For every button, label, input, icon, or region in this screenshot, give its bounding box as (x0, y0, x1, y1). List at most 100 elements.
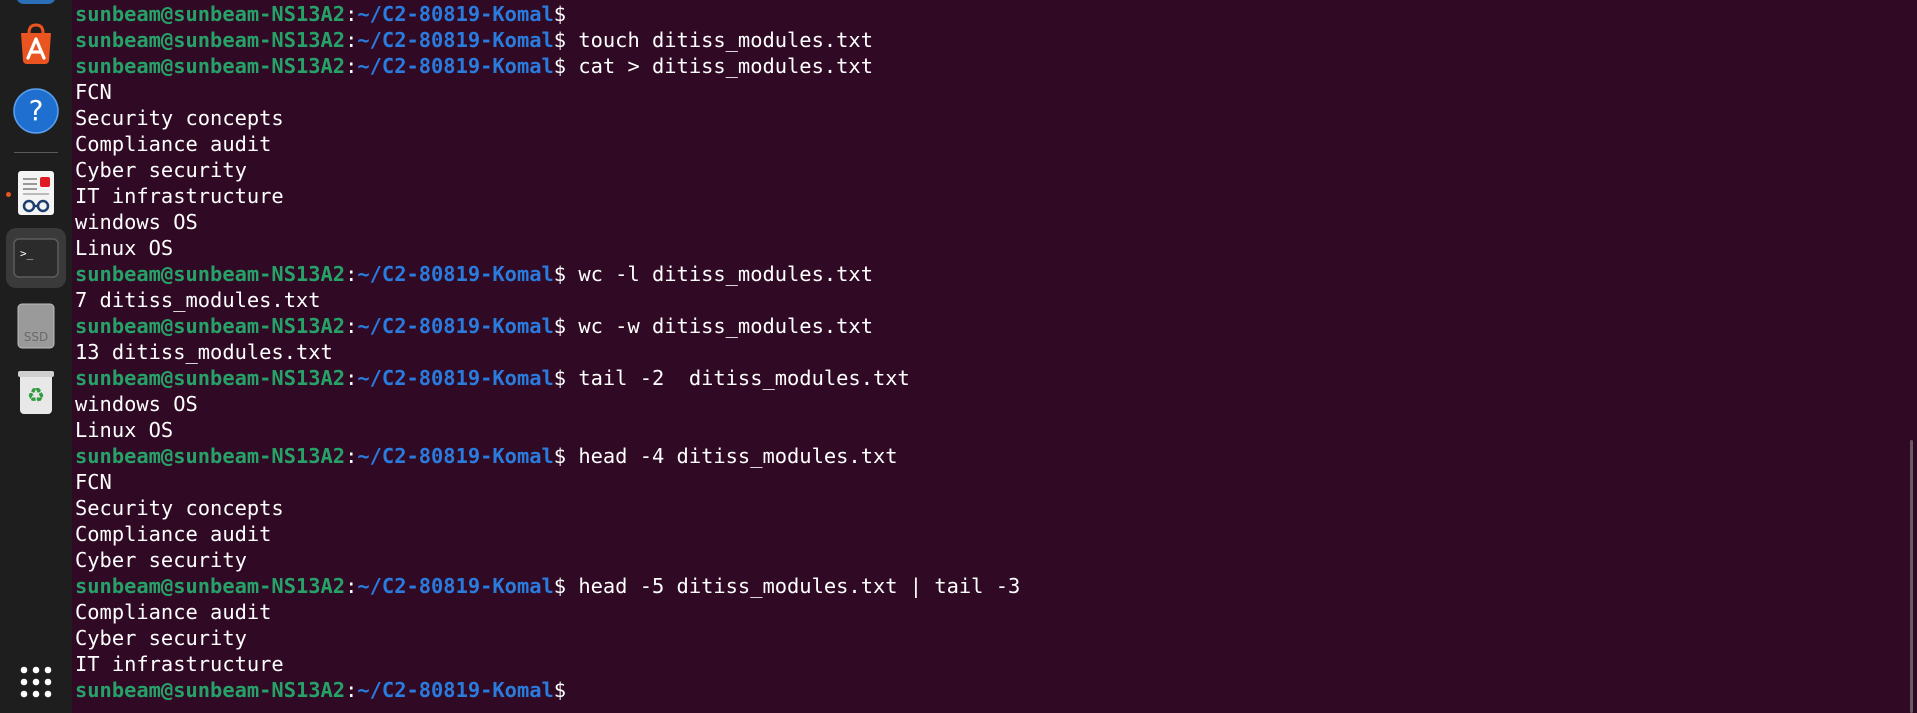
prompt-user-host: sunbeam@sunbeam-NS13A2 (75, 678, 346, 702)
prompt-line: sunbeam@sunbeam-NS13A2:~/C2-80819-Komal$… (75, 313, 1020, 339)
prompt-colon: : (345, 678, 358, 702)
prompt-user-host: sunbeam@sunbeam-NS13A2 (75, 444, 346, 468)
prompt-dollar: $ (553, 54, 567, 78)
command-text: wc -l ditiss_modules.txt (566, 262, 873, 286)
output-line: FCN (75, 469, 1020, 495)
prompt-path: ~/C2-80819-Komal (357, 366, 554, 390)
prompt-user-host: sunbeam@sunbeam-NS13A2 (75, 28, 346, 52)
trash-button[interactable]: ♻ (6, 362, 66, 422)
prompt-user-host: sunbeam@sunbeam-NS13A2 (75, 574, 346, 598)
output-line: Security concepts (75, 495, 1020, 521)
scrollbar-thumb[interactable] (1910, 440, 1913, 713)
output-line: Cyber security (75, 625, 1020, 651)
show-apps-button[interactable] (6, 652, 66, 712)
help-icon: ? (13, 88, 59, 134)
output-line: Compliance audit (75, 131, 1020, 157)
output-text: Compliance audit (75, 132, 272, 156)
prompt-path: ~/C2-80819-Komal (357, 314, 554, 338)
dock: ? >_ SSD ♻ (0, 0, 72, 713)
prompt-path: ~/C2-80819-Komal (357, 574, 554, 598)
command-text: head -4 ditiss_modules.txt (566, 444, 898, 468)
output-line: Cyber security (75, 547, 1020, 573)
output-text: windows OS (75, 210, 198, 234)
prompt-path: ~/C2-80819-Komal (357, 54, 554, 78)
prompt-dollar: $ (553, 28, 567, 52)
prompt-line: sunbeam@sunbeam-NS13A2:~/C2-80819-Komal$… (75, 261, 1020, 287)
help-button[interactable]: ? (6, 81, 66, 141)
output-text: Cyber security (75, 626, 247, 650)
prompt-dollar: $ (553, 678, 567, 702)
command-text: touch ditiss_modules.txt (566, 28, 873, 52)
app-center-icon (21, 23, 51, 64)
output-line: Linux OS (75, 417, 1020, 443)
terminal-window[interactable]: sunbeam@sunbeam-NS13A2:~/C2-80819-Komal$… (72, 0, 1917, 713)
prompt-path: ~/C2-80819-Komal (357, 2, 554, 26)
output-text: Security concepts (75, 106, 284, 130)
prompt-user-host: sunbeam@sunbeam-NS13A2 (75, 314, 346, 338)
output-line: windows OS (75, 209, 1020, 235)
prompt-dollar: $ (553, 314, 567, 338)
output-text: Cyber security (75, 158, 247, 182)
output-text: Linux OS (75, 418, 174, 442)
command-text (566, 678, 578, 702)
prompt-path: ~/C2-80819-Komal (357, 262, 554, 286)
terminal-button[interactable]: >_ (6, 228, 66, 288)
prompt-path: ~/C2-80819-Komal (357, 678, 554, 702)
output-line: 7 ditiss_modules.txt (75, 287, 1020, 313)
ssd-drive-button[interactable]: SSD (6, 296, 66, 356)
prompt-line: sunbeam@sunbeam-NS13A2:~/C2-80819-Komal$ (75, 1, 1020, 27)
output-text: 7 ditiss_modules.txt (75, 288, 321, 312)
prompt-line: sunbeam@sunbeam-NS13A2:~/C2-80819-Komal$… (75, 365, 1020, 391)
show-apps-icon (20, 666, 52, 698)
output-text: windows OS (75, 392, 198, 416)
prompt-colon: : (345, 262, 358, 286)
output-text: FCN (75, 470, 112, 494)
svg-text:♻: ♻ (27, 383, 45, 407)
document-viewer-button[interactable] (6, 163, 66, 223)
output-line: IT infrastructure (75, 651, 1020, 677)
output-text: 13 ditiss_modules.txt (75, 340, 333, 364)
prompt-colon: : (345, 54, 358, 78)
prompt-dollar: $ (553, 262, 567, 286)
output-text: Security concepts (75, 496, 284, 520)
prompt-dollar: $ (553, 444, 567, 468)
terminal-icon: >_ (13, 238, 59, 278)
output-line: Security concepts (75, 105, 1020, 131)
output-text: Cyber security (75, 548, 247, 572)
prompt-colon: : (345, 28, 358, 52)
prompt-line: sunbeam@sunbeam-NS13A2:~/C2-80819-Komal$… (75, 27, 1020, 53)
app-center-button[interactable] (6, 14, 66, 74)
terminal-output: sunbeam@sunbeam-NS13A2:~/C2-80819-Komal$… (75, 1, 1020, 703)
prompt-colon: : (345, 574, 358, 598)
prompt-colon: : (345, 314, 358, 338)
dock-separator (14, 152, 58, 153)
ssd-drive-icon: SSD (17, 303, 55, 349)
trash-icon: ♻ (18, 371, 54, 414)
output-line: IT infrastructure (75, 183, 1020, 209)
prompt-colon: : (345, 444, 358, 468)
partial-app-icon[interactable] (16, 0, 56, 4)
command-text: head -5 ditiss_modules.txt | tail -3 (566, 574, 1021, 598)
prompt-line: sunbeam@sunbeam-NS13A2:~/C2-80819-Komal$… (75, 53, 1020, 79)
output-line: Linux OS (75, 235, 1020, 261)
output-line: Compliance audit (75, 599, 1020, 625)
output-text: Compliance audit (75, 600, 272, 624)
output-line: Cyber security (75, 157, 1020, 183)
output-line: 13 ditiss_modules.txt (75, 339, 1020, 365)
prompt-line: sunbeam@sunbeam-NS13A2:~/C2-80819-Komal$ (75, 677, 1020, 703)
output-text: Compliance audit (75, 522, 272, 546)
command-text: cat > ditiss_modules.txt (566, 54, 873, 78)
command-text: tail -2 ditiss_modules.txt (566, 366, 910, 390)
prompt-dollar: $ (553, 366, 567, 390)
output-line: FCN (75, 79, 1020, 105)
prompt-dollar: $ (553, 2, 567, 26)
prompt-user-host: sunbeam@sunbeam-NS13A2 (75, 262, 346, 286)
prompt-dollar: $ (553, 574, 567, 598)
command-text: wc -w ditiss_modules.txt (566, 314, 873, 338)
output-text: IT infrastructure (75, 184, 284, 208)
prompt-path: ~/C2-80819-Komal (357, 28, 554, 52)
prompt-colon: : (345, 2, 358, 26)
prompt-line: sunbeam@sunbeam-NS13A2:~/C2-80819-Komal$… (75, 443, 1020, 469)
output-text: Linux OS (75, 236, 174, 260)
prompt-line: sunbeam@sunbeam-NS13A2:~/C2-80819-Komal$… (75, 573, 1020, 599)
